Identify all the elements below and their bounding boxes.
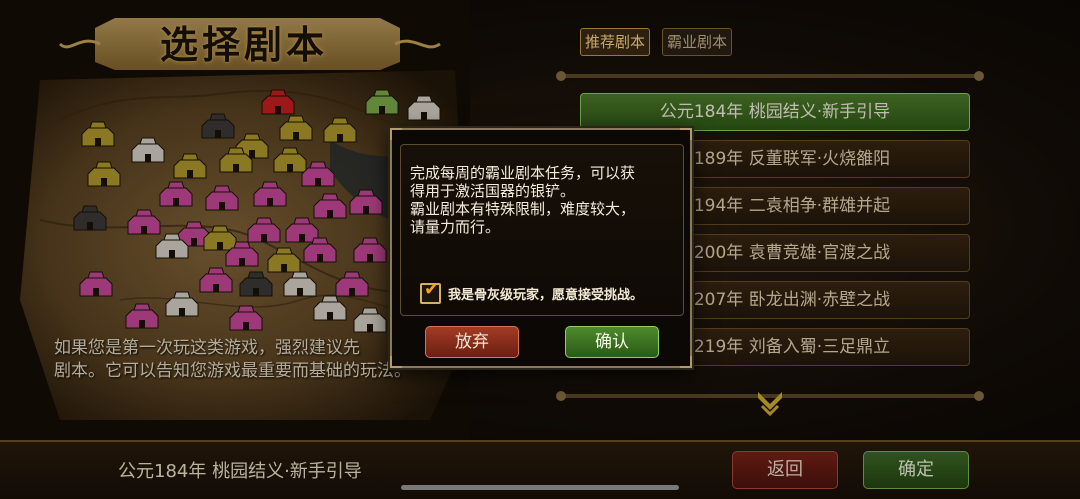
- dialog-cancel-button[interactable]: 放弃: [425, 326, 519, 358]
- dialog-message: 完成每周的霸业剧本任务，可以获 得用于激活国器的银铲。 霸业剧本有特殊限制，难度…: [410, 164, 678, 236]
- corner-ornament: [390, 128, 402, 140]
- challenge-checkbox[interactable]: ✔: [420, 279, 441, 304]
- corner-ornament: [390, 356, 402, 368]
- corner-ornament: [680, 128, 692, 140]
- dialog-message-line: 霸业剧本有特殊限制，难度较大，: [410, 200, 636, 218]
- checkmark-icon: ✔: [424, 279, 440, 300]
- hegemony-warning-dialog: 完成每周的霸业剧本任务，可以获 得用于激活国器的银铲。 霸业剧本有特殊限制，难度…: [390, 128, 692, 368]
- dialog-message-line: 得用于激活国器的银铲。: [410, 182, 576, 200]
- dialog-message-line: 完成每周的霸业剧本任务，可以获: [410, 164, 636, 182]
- dialog-message-line: 请量力而行。: [410, 218, 501, 236]
- challenge-checkbox-label[interactable]: 我是骨灰级玩家，愿意接受挑战。: [448, 284, 643, 303]
- dialog-confirm-button[interactable]: 确认: [565, 326, 659, 358]
- game-screen: 选择剧本 如果您是第一次玩这类游戏，强烈建议先 剧本。它可以告知您游戏最重要而基…: [0, 0, 1080, 499]
- corner-ornament: [680, 356, 692, 368]
